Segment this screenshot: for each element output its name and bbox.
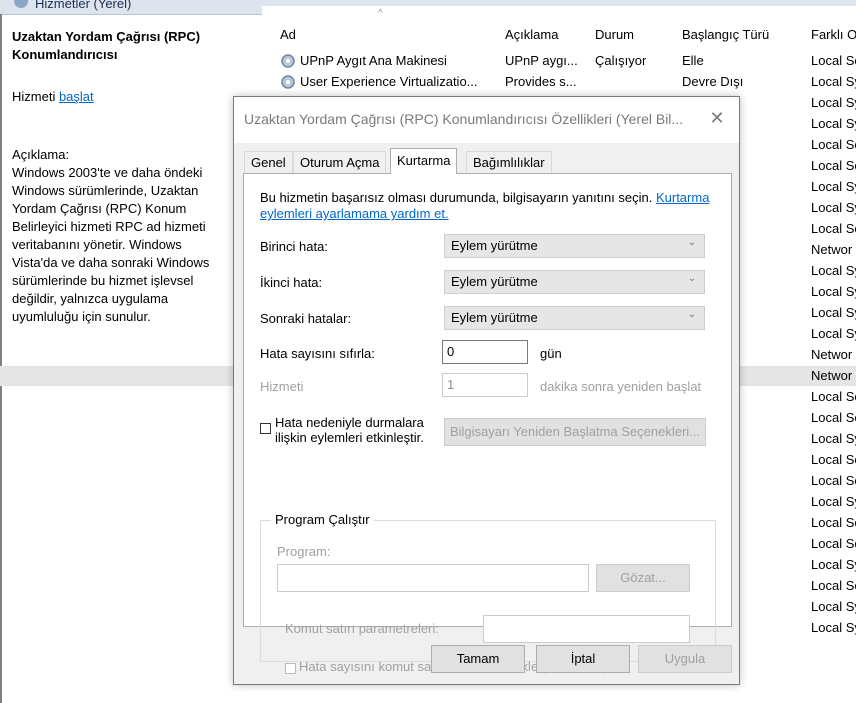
cell-logon: Local Se xyxy=(811,452,856,467)
first-failure-label: Birinci hata: xyxy=(260,239,328,254)
cell-logon: Local Sy xyxy=(811,620,856,635)
column-header-startup[interactable]: Başlangıç Türü xyxy=(682,27,769,42)
reset-fail-count-label: Hata sayısını sıfırla: xyxy=(260,346,375,361)
service-gear-icon xyxy=(280,74,296,90)
cell-logon: Local Sy xyxy=(811,305,856,320)
first-failure-value: Eylem yürütme xyxy=(451,238,538,253)
cell-description: Provides s... xyxy=(505,74,577,89)
column-header-description[interactable]: Açıklama xyxy=(505,27,558,42)
ok-button[interactable]: Tamam xyxy=(431,645,525,673)
reset-fail-count-value: 0 xyxy=(447,344,455,359)
subsequent-failures-label: Sonraki hatalar: xyxy=(260,311,352,326)
cell-name: UPnP Aygıt Ana Makinesi xyxy=(300,53,447,68)
cell-logon: Local Sy xyxy=(811,116,856,131)
first-failure-dropdown[interactable]: Eylem yürütme ⌄ xyxy=(444,234,705,258)
cell-status: Çalışıyor xyxy=(595,53,647,68)
append-fail-checkbox[interactable] xyxy=(285,663,296,674)
cell-logon: Networ xyxy=(811,368,853,383)
cell-logon: Local Se xyxy=(811,221,856,236)
subsequent-failures-value: Eylem yürütme xyxy=(451,310,538,325)
cell-logon: Networ xyxy=(811,242,853,257)
service-gear-icon xyxy=(280,53,296,69)
cell-logon: Local Sy xyxy=(811,179,856,194)
enable-actions-checkbox[interactable] xyxy=(260,423,271,434)
cell-logon: Local Se xyxy=(811,536,856,551)
services-gear-icon xyxy=(14,0,28,8)
cell-logon: Local Sy xyxy=(811,200,856,215)
reset-unit-label: gün xyxy=(540,346,562,361)
table-row[interactable]: User Experience Virtualizatio... Provides… xyxy=(0,72,856,92)
tab-logon[interactable]: Oturum Açma xyxy=(293,151,387,173)
cell-logon: Local Sy xyxy=(811,284,856,299)
second-failure-label: İkinci hata: xyxy=(260,275,323,290)
column-header-logon[interactable]: Farklı O xyxy=(811,27,856,42)
cell-name: User Experience Virtualizatio... xyxy=(300,74,478,89)
recovery-panel: Bu hizmetin başarısız olması durumunda, … xyxy=(243,173,732,674)
intro-text: Bu hizmetin başarısız olması durumunda, … xyxy=(260,190,656,205)
close-icon[interactable]: ✕ xyxy=(706,107,728,129)
chevron-down-icon: ⌄ xyxy=(687,237,696,248)
chevron-down-icon: ⌄ xyxy=(687,273,696,284)
chevron-down-icon: ⌄ xyxy=(687,309,696,320)
apply-button[interactable]: Uygula xyxy=(638,645,732,673)
cell-logon: Local Sy xyxy=(811,599,856,614)
cell-logon: Local Sy xyxy=(811,431,856,446)
cell-logon: Local Se xyxy=(811,473,856,488)
tab-general[interactable]: Genel xyxy=(244,151,293,173)
dialog-title: Uzaktan Yordam Çağrısı (RPC) Konumlandır… xyxy=(244,111,684,127)
cell-logon: Local Se xyxy=(811,137,856,152)
sort-arrow-icon: ^ xyxy=(378,8,383,19)
column-header-status[interactable]: Durum xyxy=(595,27,634,42)
cell-logon: Local Sy xyxy=(811,557,856,572)
browse-button[interactable]: Gözat... xyxy=(596,564,690,592)
cancel-button[interactable]: İptal xyxy=(536,645,630,673)
second-failure-value: Eylem yürütme xyxy=(451,274,538,289)
properties-dialog: Uzaktan Yordam Çağrısı (RPC) Konumlandır… xyxy=(233,96,740,685)
column-header-name[interactable]: Ad xyxy=(280,27,296,42)
cell-description: UPnP aygı... xyxy=(505,53,578,68)
params-label: Komut satırı parametreleri: xyxy=(285,621,439,636)
dialog-titlebar: Uzaktan Yordam Çağrısı (RPC) Konumlandır… xyxy=(234,97,739,143)
cell-logon: Local Se xyxy=(811,578,856,593)
cell-logon: Local Se xyxy=(811,515,856,530)
cell-logon: Local Se xyxy=(811,389,856,404)
program-input[interactable] xyxy=(277,564,589,592)
cell-logon: Local Se xyxy=(811,53,856,68)
restart-minutes-input[interactable]: 1 xyxy=(442,373,528,397)
cell-logon: Local Sy xyxy=(811,263,856,278)
tab-dependencies[interactable]: Bağımlılıklar xyxy=(466,151,552,173)
cell-logon: Local Sy xyxy=(811,74,856,89)
program-label: Program: xyxy=(277,544,331,559)
table-row[interactable]: UPnP Aygıt Ana Makinesi UPnP aygı... Çalış… xyxy=(0,51,856,71)
run-program-title: Program Çalıştır xyxy=(271,512,374,527)
restart-minutes-value: 1 xyxy=(447,377,455,392)
window-header: Hizmetler (Yerel) xyxy=(0,0,262,15)
second-failure-dropdown[interactable]: Eylem yürütme ⌄ xyxy=(444,270,705,294)
restart-service-label: Hizmeti xyxy=(260,379,304,394)
restart-computer-options-button[interactable]: Bilgisayarı Yeniden Başlatma Seçenekleri… xyxy=(444,418,706,446)
restart-unit-label: dakika sonra yeniden başlat xyxy=(540,379,702,394)
cell-logon: Local Se xyxy=(811,158,856,173)
cell-logon: Networ xyxy=(811,347,853,362)
cell-logon: Local Sy xyxy=(811,494,856,509)
cell-logon: Local Sy xyxy=(811,95,856,110)
window-title: Hizmetler (Yerel) xyxy=(35,0,132,11)
header-strip xyxy=(262,0,856,6)
reset-fail-count-input[interactable]: 0 xyxy=(442,340,528,364)
tab-recovery[interactable]: Kurtarma xyxy=(390,148,458,174)
recovery-intro: Bu hizmetin başarısız olması durumunda, … xyxy=(260,190,720,222)
params-input[interactable] xyxy=(483,615,690,643)
enable-actions-label: Hata nedeniyle durmalara ilişkin eylemle… xyxy=(275,415,424,445)
cell-logon: Local Se xyxy=(811,410,856,425)
cell-startup: Devre Dışı xyxy=(682,74,744,89)
cell-logon: Local Sy xyxy=(811,326,856,341)
cell-startup: Elle xyxy=(682,53,704,68)
subsequent-failures-dropdown[interactable]: Eylem yürütme ⌄ xyxy=(444,306,705,330)
